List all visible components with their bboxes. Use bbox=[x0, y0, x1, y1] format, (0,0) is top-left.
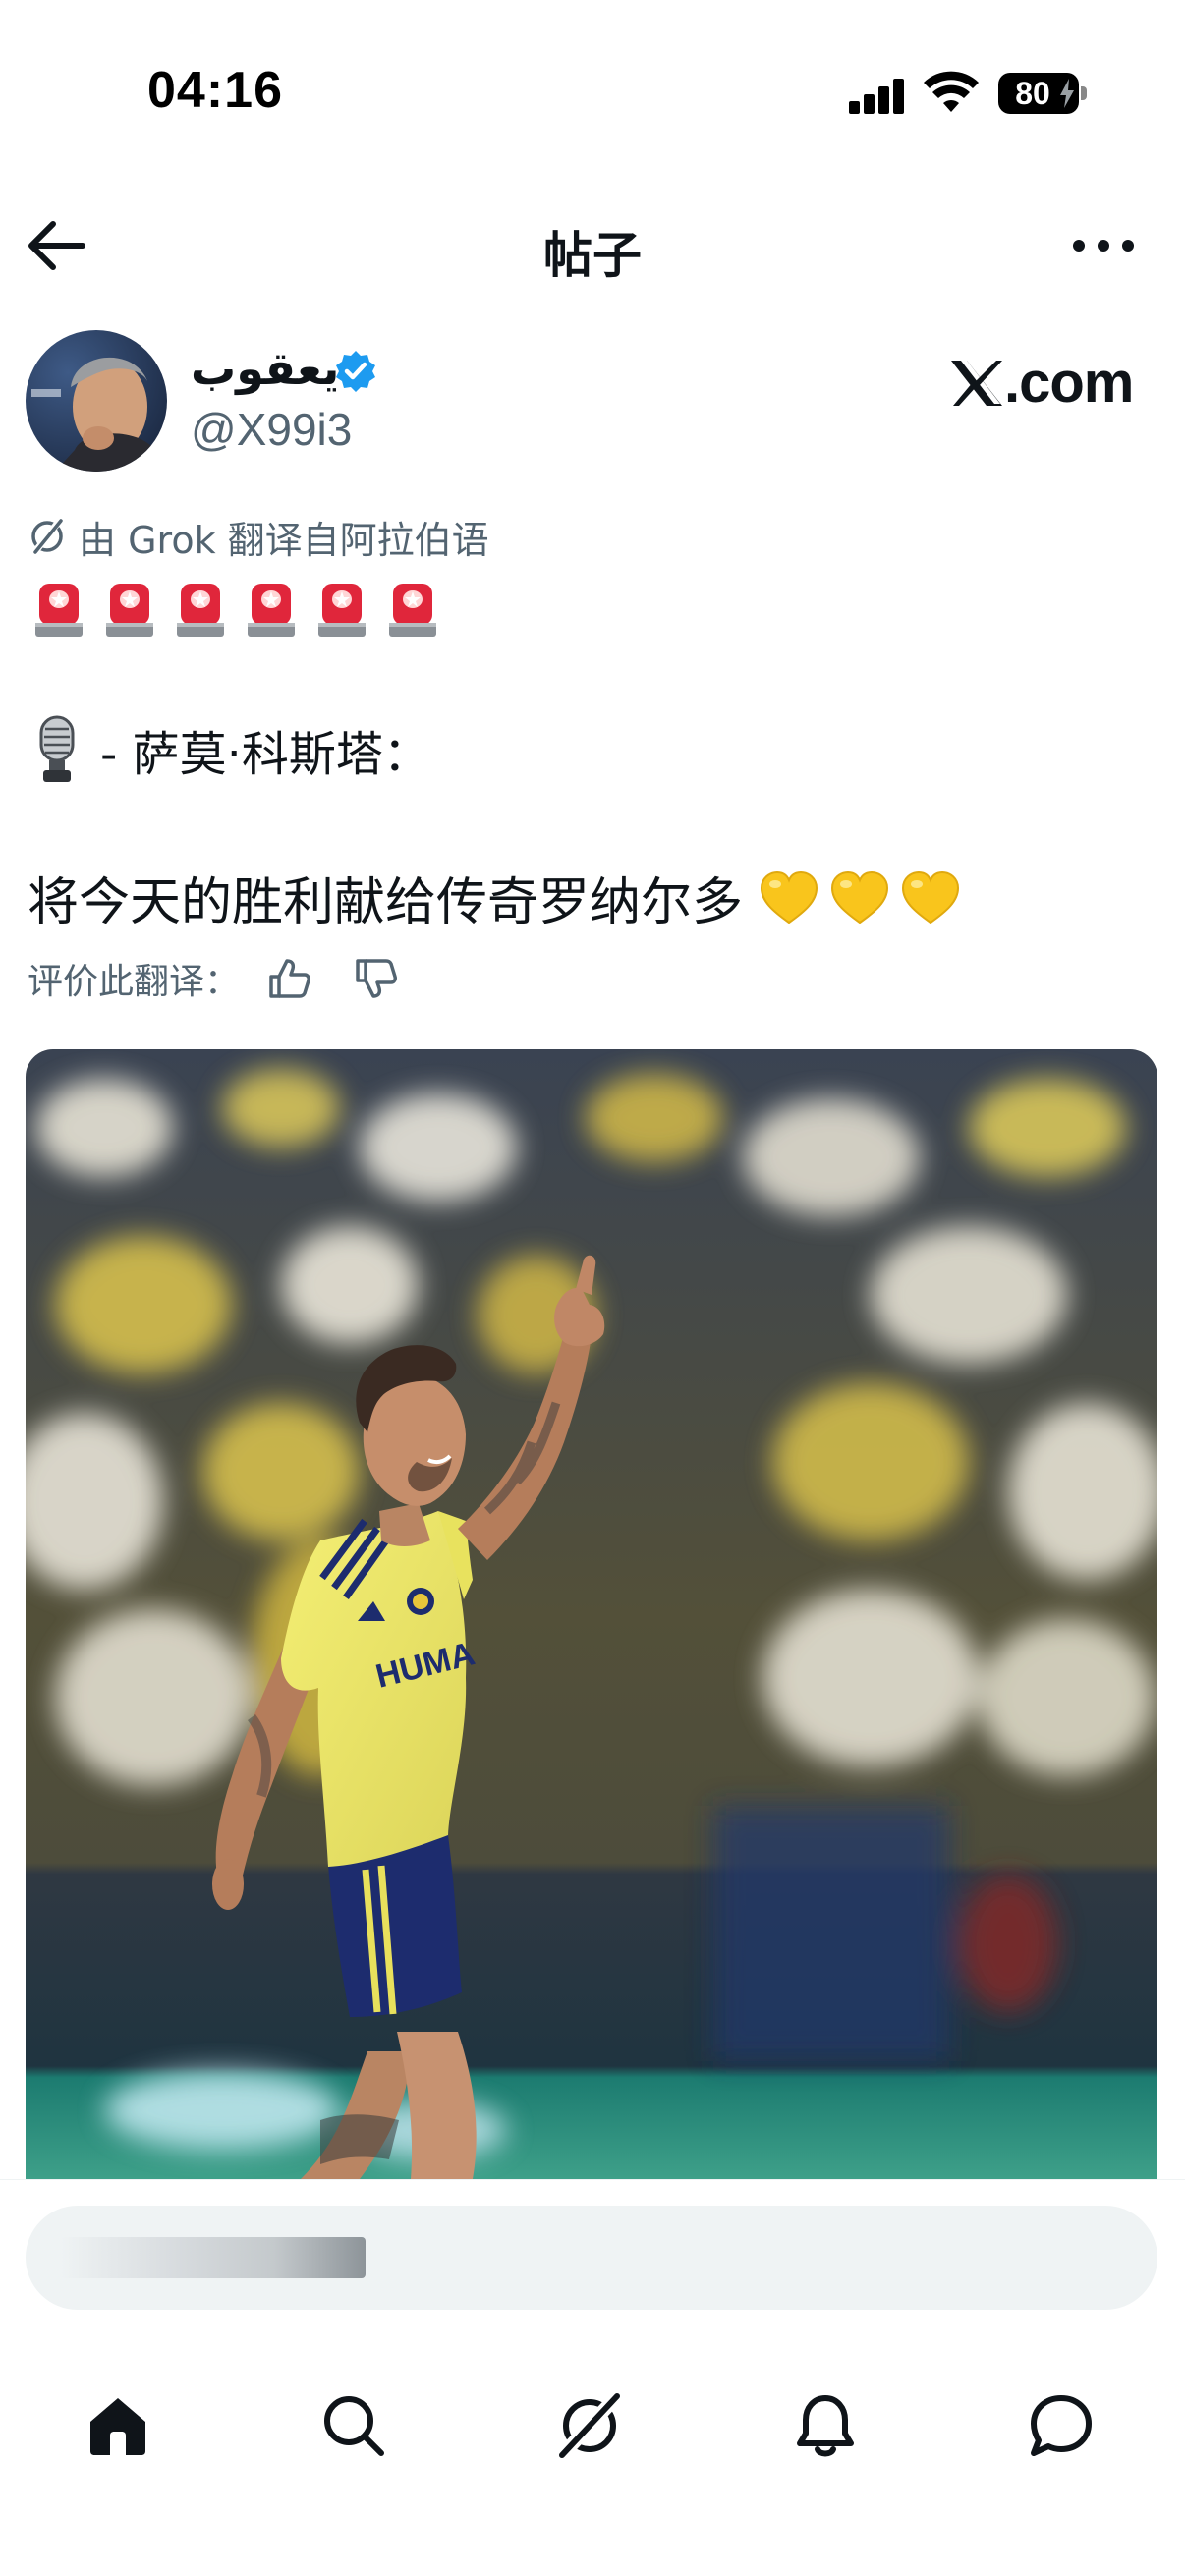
charging-bolt-icon bbox=[1060, 79, 1074, 108]
post-line-2: 将今天的胜利献给传奇罗纳尔多 bbox=[28, 861, 961, 934]
more-options-button[interactable] bbox=[1069, 226, 1138, 265]
messages-icon bbox=[1031, 2395, 1092, 2456]
siren-emoji-icon bbox=[318, 584, 366, 637]
x-logo-icon bbox=[951, 361, 1002, 406]
yellow-heart-emoji-icon bbox=[761, 870, 818, 924]
author-name[interactable]: يعقوب bbox=[191, 342, 339, 395]
author-handle[interactable]: @X99i3 bbox=[191, 403, 352, 456]
microphone-emoji-icon bbox=[39, 715, 75, 782]
thumbs-up-button[interactable] bbox=[265, 955, 312, 1002]
tab-grok[interactable] bbox=[531, 2367, 649, 2485]
verified-badge-icon bbox=[336, 351, 375, 392]
siren-emoji-icon bbox=[35, 584, 83, 637]
translation-note[interactable]: 由 Grok 翻译自阿拉伯语 bbox=[28, 509, 489, 564]
reply-placeholder-bar bbox=[61, 2237, 366, 2278]
post-image[interactable]: HUMA bbox=[26, 1049, 1157, 2179]
battery-icon: 80 bbox=[998, 73, 1087, 114]
siren-emoji-icon bbox=[177, 584, 224, 637]
siren-emoji-icon bbox=[389, 584, 436, 637]
notifications-icon bbox=[797, 2395, 854, 2457]
siren-emoji-icon bbox=[106, 584, 153, 637]
wifi-icon bbox=[924, 71, 979, 112]
top-nav: 帖子 bbox=[0, 196, 1185, 295]
status-bar: 04:16 80 bbox=[0, 0, 1185, 187]
siren-emoji-icon bbox=[248, 584, 295, 637]
thumbs-down-button[interactable] bbox=[352, 955, 399, 1002]
tab-home[interactable] bbox=[59, 2367, 177, 2485]
football-player-photo: HUMA bbox=[26, 1049, 1157, 2179]
grok-icon bbox=[554, 2390, 625, 2461]
heart-emoji-row bbox=[749, 869, 961, 926]
source-label: .com bbox=[1004, 351, 1134, 415]
rate-translation-row: 评价此翻译： bbox=[28, 953, 438, 1004]
translation-note-text: 由 Grok 翻译自阿拉伯语 bbox=[79, 518, 489, 562]
author-avatar[interactable] bbox=[26, 330, 167, 472]
bottom-area bbox=[0, 2179, 1185, 2576]
source-watermark: .com bbox=[949, 350, 1134, 416]
siren-emoji-row bbox=[33, 578, 458, 639]
post-line-1-text: - 萨莫·科斯塔： bbox=[100, 727, 430, 782]
battery-level: 80 bbox=[1015, 76, 1050, 111]
reply-input[interactable] bbox=[26, 2206, 1157, 2310]
cellular-signal-icon bbox=[849, 77, 906, 114]
status-time: 04:16 bbox=[147, 62, 283, 119]
post-line-1: - 萨莫·科斯塔： bbox=[33, 715, 430, 784]
rate-translation-label: 评价此翻译： bbox=[28, 962, 241, 1002]
bottom-tab-bar bbox=[0, 2367, 1185, 2494]
tab-messages[interactable] bbox=[1002, 2367, 1120, 2485]
yellow-heart-emoji-icon bbox=[831, 870, 889, 924]
post-line-2-text: 将今天的胜利献给传奇罗纳尔多 bbox=[28, 873, 744, 932]
grok-icon bbox=[30, 517, 64, 556]
tab-search[interactable] bbox=[295, 2367, 413, 2485]
yellow-heart-emoji-icon bbox=[902, 870, 960, 924]
search-icon bbox=[324, 2396, 384, 2456]
home-icon bbox=[90, 2398, 145, 2455]
tab-notifications[interactable] bbox=[766, 2367, 884, 2485]
page-title: 帖子 bbox=[543, 227, 642, 284]
